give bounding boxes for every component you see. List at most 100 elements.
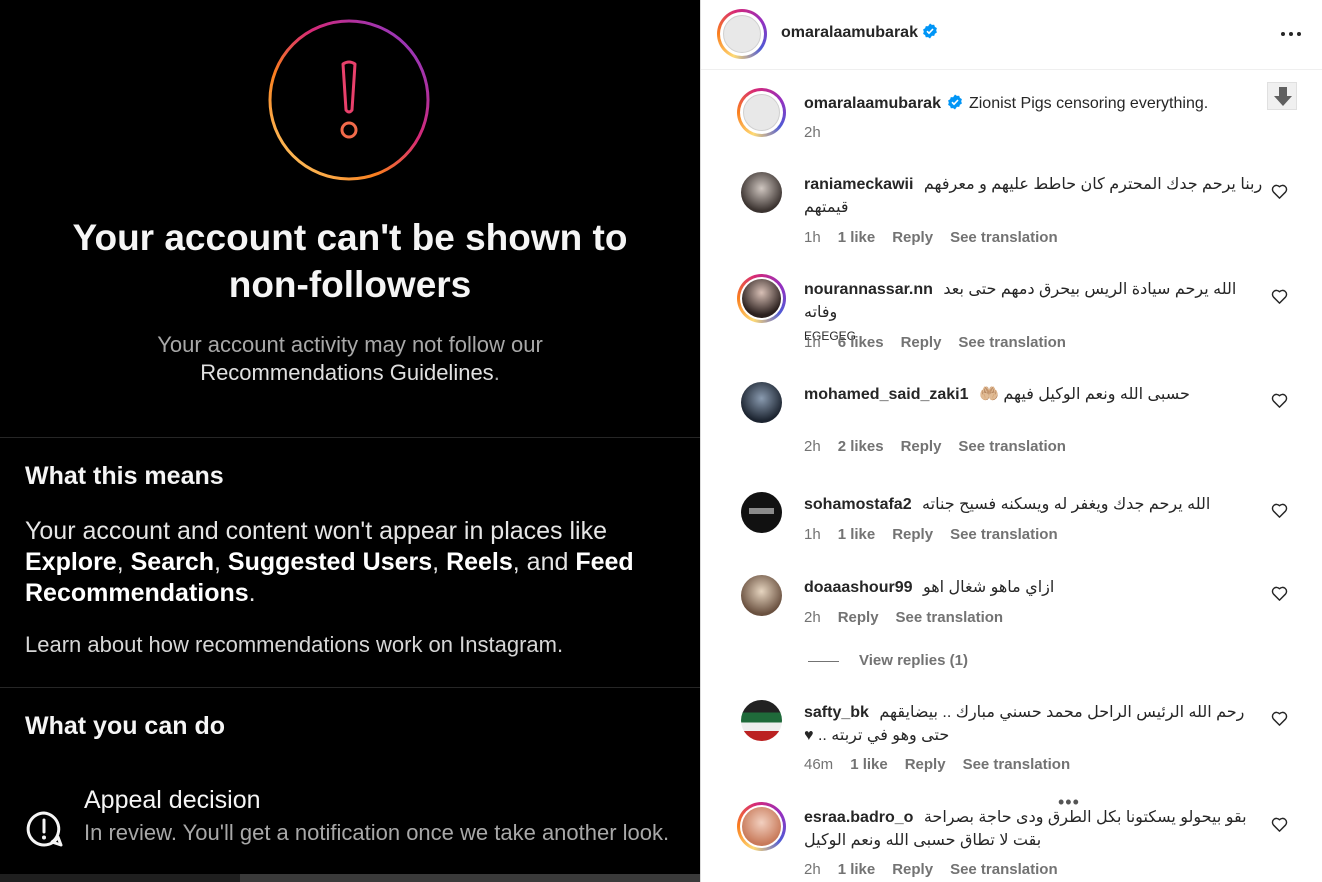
comment-meta: 2h 1 like Reply See translation: [804, 861, 1075, 878]
see-translation-button[interactable]: See translation: [958, 334, 1066, 351]
means-body: Your account and content won't appear in…: [25, 516, 685, 609]
post-comments-panel: omaralaamubarak omaralaamubarak Zionist P…: [700, 0, 1322, 882]
avatar[interactable]: [741, 492, 782, 533]
reply-button[interactable]: Reply: [901, 438, 942, 455]
like-count[interactable]: 6 likes: [838, 334, 884, 351]
comment-meta: 2h 2 likes Reply See translation: [804, 438, 1083, 455]
avatar[interactable]: [741, 382, 782, 423]
scroll-down-button[interactable]: [1267, 82, 1297, 110]
arrow-down-icon: [1274, 87, 1292, 106]
avatar[interactable]: [737, 802, 786, 851]
comment-text: mohamed_said_zaki1 🤲🏼 حسبى الله ونعم الو…: [804, 383, 1264, 406]
page-title: Your account can't be shown to non-follo…: [72, 217, 628, 305]
post-header: omaralaamubarak: [701, 0, 1322, 70]
learn-more-link[interactable]: Learn about how recommendations work on …: [25, 632, 563, 658]
heart-icon[interactable]: [1271, 585, 1288, 601]
see-translation-button[interactable]: See translation: [958, 438, 1066, 455]
author-username-row: omaralaamubarak: [781, 23, 938, 42]
comment-meta: 1h 1 like Reply See translation: [804, 229, 1075, 246]
comment-text: sohamostafa2 الله يرحم جدك ويغفر له ويسك…: [804, 493, 1264, 516]
sep: .: [248, 579, 256, 607]
alert-speech-bubble-icon: [26, 811, 63, 847]
comment-time: 1h: [804, 334, 821, 351]
comment-username[interactable]: safty_bk: [804, 704, 869, 721]
comment-text: esraa.badro_o بقو بيحولو يسكتونا بكل الط…: [804, 806, 1264, 852]
sep: , and: [512, 548, 576, 576]
reply-button[interactable]: Reply: [892, 526, 933, 543]
author-avatar[interactable]: [717, 9, 767, 59]
comment-text: safty_bk رحم الله الرئيس الراحل محمد حسن…: [804, 701, 1264, 747]
subtitle-text: Your account activity may not follow our: [157, 332, 543, 357]
reply-button[interactable]: Reply: [901, 334, 942, 351]
sep: ,: [214, 548, 228, 576]
like-count[interactable]: 1 like: [838, 526, 876, 543]
caption-text: Zionist Pigs censoring everything.: [968, 95, 1209, 112]
comment-body: ازاي ماهو شغال اهو: [922, 579, 1055, 596]
comment-meta: 1h 1 like Reply See translation: [804, 526, 1075, 543]
comment-username[interactable]: mohamed_said_zaki1: [804, 386, 969, 403]
heart-icon[interactable]: [1271, 710, 1288, 726]
like-count[interactable]: 1 like: [850, 756, 888, 773]
comment-meta: 1h 6 likes Reply See translation: [804, 334, 1083, 351]
means-text: Your account and content won't appear in…: [25, 517, 608, 545]
avatar[interactable]: [737, 274, 786, 323]
comment-time: 2h: [804, 438, 821, 455]
comment-time: 1h: [804, 526, 821, 543]
place-explore: Explore: [25, 548, 117, 576]
heart-icon[interactable]: [1271, 502, 1288, 518]
comment-text: doaaashour99 ازاي ماهو شغال اهو: [804, 576, 1264, 599]
caption-text-row: omaralaamubarak Zionist Pigs censoring ev…: [804, 92, 1264, 115]
see-translation-button[interactable]: See translation: [896, 609, 1004, 626]
comment-username[interactable]: esraa.badro_o: [804, 809, 913, 826]
view-replies-button[interactable]: View replies (1): [808, 652, 968, 669]
appeal-decision-title[interactable]: Appeal decision: [84, 786, 261, 815]
view-replies-label: View replies (1): [859, 652, 968, 669]
guidelines-link[interactable]: Recommendations Guidelines: [200, 360, 494, 385]
see-translation-button[interactable]: See translation: [950, 526, 1058, 543]
reply-button[interactable]: Reply: [838, 609, 879, 626]
sep: ,: [116, 548, 131, 576]
heart-icon[interactable]: [1271, 183, 1288, 199]
divider: [0, 687, 700, 688]
heart-icon[interactable]: [1271, 392, 1288, 408]
page-subtitle: Your account activity may not follow our…: [0, 331, 700, 387]
see-translation-button[interactable]: See translation: [950, 229, 1058, 246]
avatar[interactable]: [741, 700, 782, 741]
see-translation-button[interactable]: See translation: [963, 756, 1071, 773]
comment-time: 1h: [804, 229, 821, 246]
comment-username[interactable]: nourannassar.nn: [804, 281, 933, 298]
author-username[interactable]: omaralaamubarak: [781, 24, 918, 41]
comment-time: 46m: [804, 756, 834, 773]
verified-badge-icon: [923, 23, 937, 39]
see-translation-button[interactable]: See translation: [950, 861, 1058, 878]
like-count[interactable]: 1 like: [838, 229, 876, 246]
heart-icon[interactable]: [1271, 816, 1288, 832]
divider: [0, 437, 700, 438]
like-count[interactable]: 2 likes: [838, 438, 884, 455]
comment-emoji: 🤲🏼: [978, 386, 999, 403]
avatar[interactable]: [741, 575, 782, 616]
heart-icon[interactable]: [1271, 288, 1288, 304]
place-suggested-users: Suggested Users: [227, 548, 433, 576]
comment-meta: 2h Reply See translation: [804, 609, 1020, 626]
comment-username[interactable]: doaaashour99: [804, 579, 912, 596]
caption-avatar[interactable]: [737, 88, 786, 137]
replies-line: [808, 660, 839, 662]
avatar[interactable]: [741, 172, 782, 213]
reply-button[interactable]: Reply: [892, 861, 933, 878]
appeal-status: In review. You'll get a notification onc…: [84, 820, 670, 845]
comment-time: 2h: [804, 861, 821, 878]
comment-username[interactable]: sohamostafa2: [804, 496, 912, 513]
means-heading: What this means: [25, 462, 224, 490]
comment-body: رحم الله الرئيس الراحل محمد حسني مبارك .…: [804, 704, 1245, 744]
warning-icon: [268, 19, 430, 181]
caption-meta: 2h: [804, 124, 838, 141]
like-count[interactable]: 1 like: [838, 861, 876, 878]
cando-heading: What you can do: [25, 712, 225, 740]
comment-username[interactable]: raniameckawii: [804, 176, 913, 193]
reply-button[interactable]: Reply: [905, 756, 946, 773]
more-options-icon[interactable]: [1276, 22, 1306, 46]
caption-username[interactable]: omaralaamubarak: [804, 95, 941, 112]
comment-time: 2h: [804, 609, 821, 626]
reply-button[interactable]: Reply: [892, 229, 933, 246]
